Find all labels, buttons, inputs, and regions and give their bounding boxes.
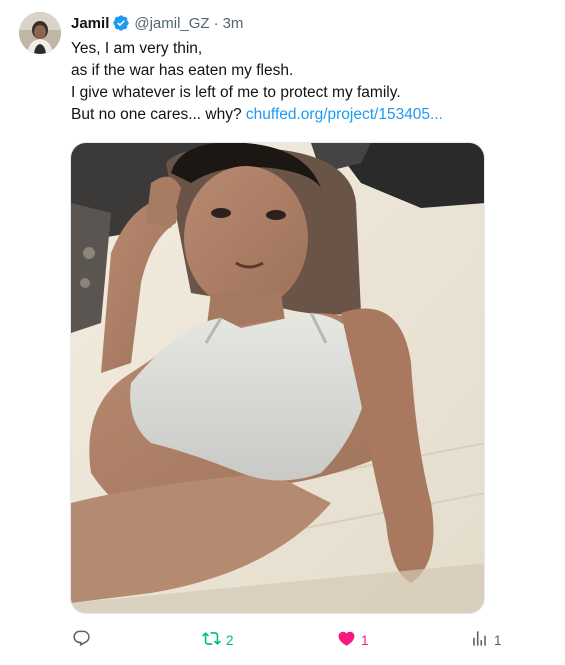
retweet-button[interactable]: 2 (202, 628, 234, 652)
separator-dot: · (213, 14, 219, 32)
action-bar: 2 1 1 (0, 628, 565, 652)
avatar[interactable] (19, 12, 61, 54)
like-button[interactable]: 1 (337, 628, 369, 652)
views-icon (470, 629, 489, 651)
tweet-line: as if the war has eaten my flesh. (71, 62, 294, 79)
views-button[interactable]: 1 (470, 628, 502, 652)
reply-icon (72, 629, 91, 651)
tweet: Jamil @jamil_GZ · 3m Yes, I am very thin… (0, 0, 565, 665)
tweet-line: I give whatever is left of me to protect… (71, 84, 401, 101)
tweet-line: Yes, I am very thin, (71, 40, 203, 57)
heart-icon (337, 629, 356, 651)
reply-button[interactable] (72, 628, 96, 652)
tweet-line: But no one cares... why? (71, 106, 242, 123)
like-count: 1 (361, 632, 369, 648)
author-handle[interactable]: @jamil_GZ (134, 15, 209, 32)
retweet-icon (202, 629, 221, 651)
post-time[interactable]: 3m (223, 15, 244, 32)
tweet-photo[interactable] (70, 142, 485, 614)
tweet-header: Jamil @jamil_GZ · 3m (71, 12, 243, 34)
retweet-count: 2 (226, 632, 234, 648)
tweet-line-with-link: But no one cares... why? chuffed.org/pro… (71, 104, 541, 126)
views-count: 1 (494, 632, 502, 648)
verified-badge-icon (112, 14, 130, 32)
author-name[interactable]: Jamil (71, 15, 109, 32)
tweet-text: Yes, I am very thin, as if the war has e… (71, 38, 541, 126)
external-link[interactable]: chuffed.org/project/153405... (246, 106, 443, 123)
